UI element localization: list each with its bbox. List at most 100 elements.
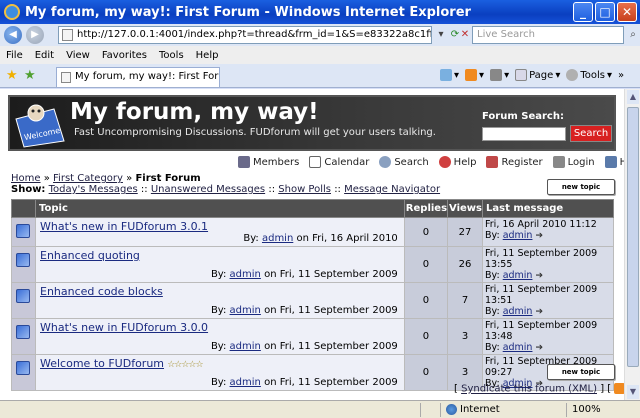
menu-file[interactable]: File [6, 50, 23, 61]
zoom-level[interactable]: 100% [572, 404, 601, 415]
show-message-navigator[interactable]: Message Navigator [344, 184, 440, 195]
topic-title-link[interactable]: What's new in FUDforum 3.0.1 [40, 220, 208, 233]
go-to-message-icon[interactable]: ➔ [536, 343, 544, 353]
post-date: on Fri, 16 April 2010 [296, 233, 398, 244]
views-count: 3 [447, 318, 483, 355]
new-topic-button-bottom[interactable]: new topic [547, 364, 615, 380]
last-message-cell: Fri, 11 September 2009 13:51 By: admin ➔ [482, 282, 614, 319]
topic-title-link[interactable]: Enhanced quoting [40, 249, 140, 262]
column-last-message[interactable]: Last message [482, 199, 614, 218]
last-message-date: Fri, 11 September 2009 13:48 [485, 320, 598, 342]
scroll-up-icon[interactable]: ▲ [627, 90, 639, 104]
new-topic-button[interactable]: new topic [547, 179, 615, 195]
topic-title-link[interactable]: Enhanced code blocks [40, 285, 163, 298]
nav-search[interactable]: Search [379, 156, 429, 168]
author-link[interactable]: admin [230, 341, 261, 352]
by-prefix: By: [243, 233, 259, 244]
feeds-command[interactable]: ▾ [465, 69, 484, 81]
author-link[interactable]: admin [262, 233, 293, 244]
last-author-link[interactable]: admin [503, 342, 533, 353]
home-command[interactable]: ▾ [440, 69, 459, 81]
show-todays-messages[interactable]: Today's Messages [49, 184, 138, 195]
column-replies[interactable]: Replies [403, 199, 449, 218]
last-message-cell: Fri, 16 April 2010 11:12 By: admin ➔ [482, 217, 614, 247]
tab-current[interactable]: My forum, my way!: First Forum [56, 67, 220, 87]
nav-help[interactable]: Help [438, 156, 476, 168]
magnifier-icon [379, 156, 392, 168]
menu-favorites[interactable]: Favorites [102, 50, 147, 61]
show-unanswered[interactable]: Unanswered Messages [151, 184, 265, 195]
stop-icon[interactable]: ✕ [458, 27, 472, 43]
close-button[interactable]: ✕ [617, 2, 637, 22]
syndicate-open: [ [454, 383, 458, 395]
column-topic[interactable]: Topic [35, 199, 405, 218]
nav-calendar[interactable]: Calendar [309, 156, 369, 168]
menu-help[interactable]: Help [196, 50, 219, 61]
favorites-star-icon[interactable]: ★ [6, 68, 18, 83]
topic-title-link[interactable]: What's new in FUDforum 3.0.0 [40, 321, 208, 334]
window-title: My forum, my way!: First Forum - Windows… [25, 4, 471, 20]
nav-register-label: Register [501, 156, 543, 168]
minimize-button[interactable]: _ [573, 2, 593, 22]
print-command[interactable]: ▾ [490, 69, 509, 81]
scroll-down-icon[interactable]: ▼ [627, 385, 639, 399]
add-favorites-icon[interactable]: ★ [24, 68, 36, 83]
breadcrumb-home[interactable]: Home [11, 173, 41, 184]
maximize-button[interactable]: □ [595, 2, 615, 22]
vertical-scrollbar[interactable]: ▲ ▼ [624, 89, 640, 400]
tools-menu[interactable]: Tools ▾ [566, 69, 612, 81]
address-bar[interactable]: http://127.0.0.1:4001/index.php?t=thread… [58, 26, 432, 44]
more-command[interactable]: » [618, 70, 624, 81]
menu-tools[interactable]: Tools [159, 50, 184, 61]
members-icon [238, 156, 250, 168]
forum-header: Welcome My forum, my way! Fast Uncomprom… [8, 95, 616, 151]
syndicate-link[interactable]: Syndicate this forum (XML) [461, 384, 597, 395]
menu-view[interactable]: View [66, 50, 90, 61]
nav-register[interactable]: Register [486, 156, 543, 168]
post-date: on Fri, 11 September 2009 [264, 305, 398, 316]
forward-button[interactable]: ▶ [26, 26, 44, 44]
author-link[interactable]: admin [230, 377, 261, 388]
back-button[interactable]: ◀ [4, 26, 22, 44]
home-icon [604, 156, 617, 168]
nav-members[interactable]: Members [238, 156, 299, 168]
topic-title-link[interactable]: Welcome to FUDforum [40, 357, 164, 370]
address-dropdown-icon[interactable]: ▾ [434, 27, 448, 43]
forum-subtitle: Fast Uncompromising Discussions. FUDforu… [74, 127, 436, 138]
breadcrumb-category[interactable]: First Category [53, 173, 123, 184]
forum-title: My forum, my way! [70, 99, 319, 125]
help-icon [438, 156, 451, 168]
security-zone: Internet [460, 404, 500, 415]
last-message-date: Fri, 11 September 2009 13:51 [485, 284, 598, 306]
scroll-thumb[interactable] [627, 107, 639, 367]
live-search-input[interactable]: Live Search [472, 26, 624, 44]
author-link[interactable]: admin [230, 305, 261, 316]
forum-search-button[interactable]: Search [570, 125, 612, 142]
last-by-prefix: By: [485, 270, 500, 281]
search-icon[interactable]: ⌕ [626, 27, 640, 43]
go-to-message-icon[interactable]: ➔ [536, 271, 544, 281]
column-views[interactable]: Views [447, 199, 483, 218]
forum-search-label: Forum Search: [482, 111, 564, 122]
go-to-message-icon[interactable]: ➔ [536, 231, 544, 241]
go-to-message-icon[interactable]: ➔ [536, 307, 544, 317]
last-author-link[interactable]: admin [503, 306, 533, 317]
last-author-link[interactable]: admin [503, 230, 533, 241]
show-sep: :: [334, 184, 341, 195]
print-icon [490, 69, 503, 81]
menu-edit[interactable]: Edit [35, 50, 54, 61]
last-author-link[interactable]: admin [503, 270, 533, 281]
window-titlebar: My forum, my way!: First Forum - Windows… [0, 0, 640, 24]
page-menu[interactable]: Page ▾ [515, 69, 560, 81]
topic-cell: What's new in FUDforum 3.0.1 By: admin o… [35, 217, 405, 247]
forum-nav: Members Calendar Search Help Register Lo… [238, 156, 640, 168]
syndicate-row: [ Syndicate this forum (XML) ] [ [454, 383, 626, 395]
nav-login[interactable]: Login [552, 156, 595, 168]
author-link[interactable]: admin [230, 269, 261, 280]
page-menu-label: Page [529, 69, 554, 81]
forum-search-input[interactable] [482, 127, 566, 141]
post-date: on Fri, 11 September 2009 [264, 269, 398, 280]
show-polls[interactable]: Show Polls [278, 184, 331, 195]
views-count: 27 [447, 217, 483, 247]
topic-cell: Enhanced code blocks By: admin on Fri, 1… [35, 282, 405, 319]
